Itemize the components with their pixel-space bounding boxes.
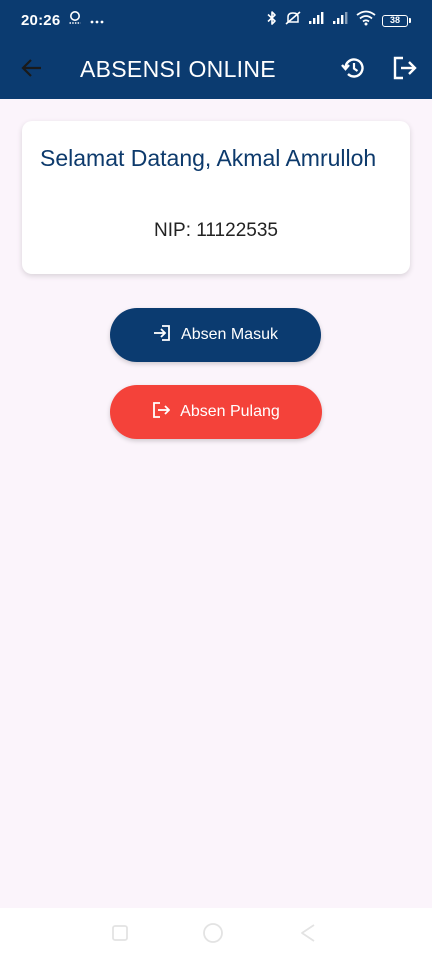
status-bar: 20:26 38	[0, 0, 432, 42]
welcome-card: Selamat Datang, Akmal Amrulloh NIP: 1112…	[22, 121, 410, 274]
home-button[interactable]	[201, 921, 225, 950]
signal-icon	[332, 11, 350, 30]
wifi-icon	[356, 10, 376, 31]
absen-masuk-label: Absen Masuk	[181, 326, 278, 343]
bluetooth-icon	[266, 10, 278, 31]
app-bar: ABSENSI ONLINE	[0, 42, 432, 99]
status-time: 20:26	[21, 12, 61, 29]
logout-button[interactable]	[389, 54, 421, 86]
absen-pulang-button[interactable]: Absen Pulang	[110, 385, 322, 439]
back-arrow-icon	[21, 58, 43, 83]
absen-masuk-button[interactable]: Absen Masuk	[110, 308, 321, 362]
user-icon	[68, 10, 82, 31]
login-icon	[153, 324, 171, 347]
recents-icon	[111, 924, 129, 947]
absen-pulang-label: Absen Pulang	[180, 403, 280, 420]
employee-nip: NIP: 11122535	[154, 220, 278, 241]
signal-icon	[308, 11, 326, 30]
welcome-message: Selamat Datang, Akmal Amrulloh	[40, 145, 377, 171]
battery-icon: 38	[382, 14, 411, 27]
recents-button[interactable]	[108, 923, 132, 947]
logout-icon	[392, 55, 418, 86]
back-icon	[299, 923, 317, 948]
history-button[interactable]	[337, 54, 369, 86]
status-right-icons: 38	[266, 10, 411, 31]
logout-icon	[152, 401, 171, 424]
more-icon	[90, 12, 104, 30]
back-button[interactable]	[16, 54, 48, 86]
nav-back-button[interactable]	[296, 923, 320, 947]
page-title: ABSENSI ONLINE	[80, 56, 276, 82]
history-icon	[340, 55, 366, 86]
home-icon	[201, 921, 225, 950]
system-nav-bar	[0, 908, 432, 960]
status-left-icons	[68, 10, 104, 31]
mute-icon	[284, 10, 302, 31]
